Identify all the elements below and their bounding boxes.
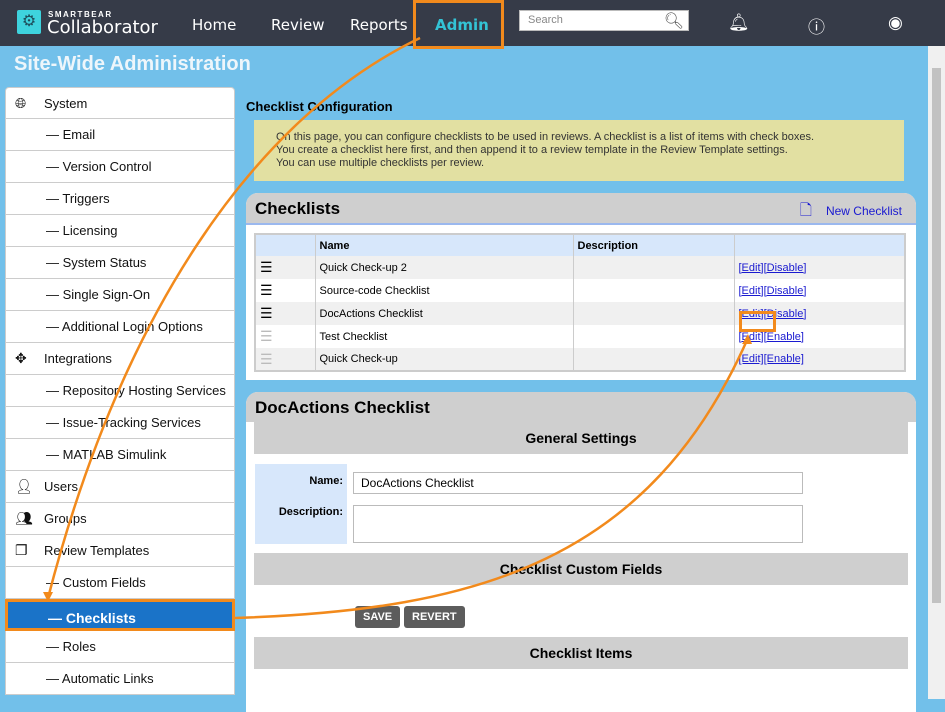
annotation-arrows [43,36,752,620]
